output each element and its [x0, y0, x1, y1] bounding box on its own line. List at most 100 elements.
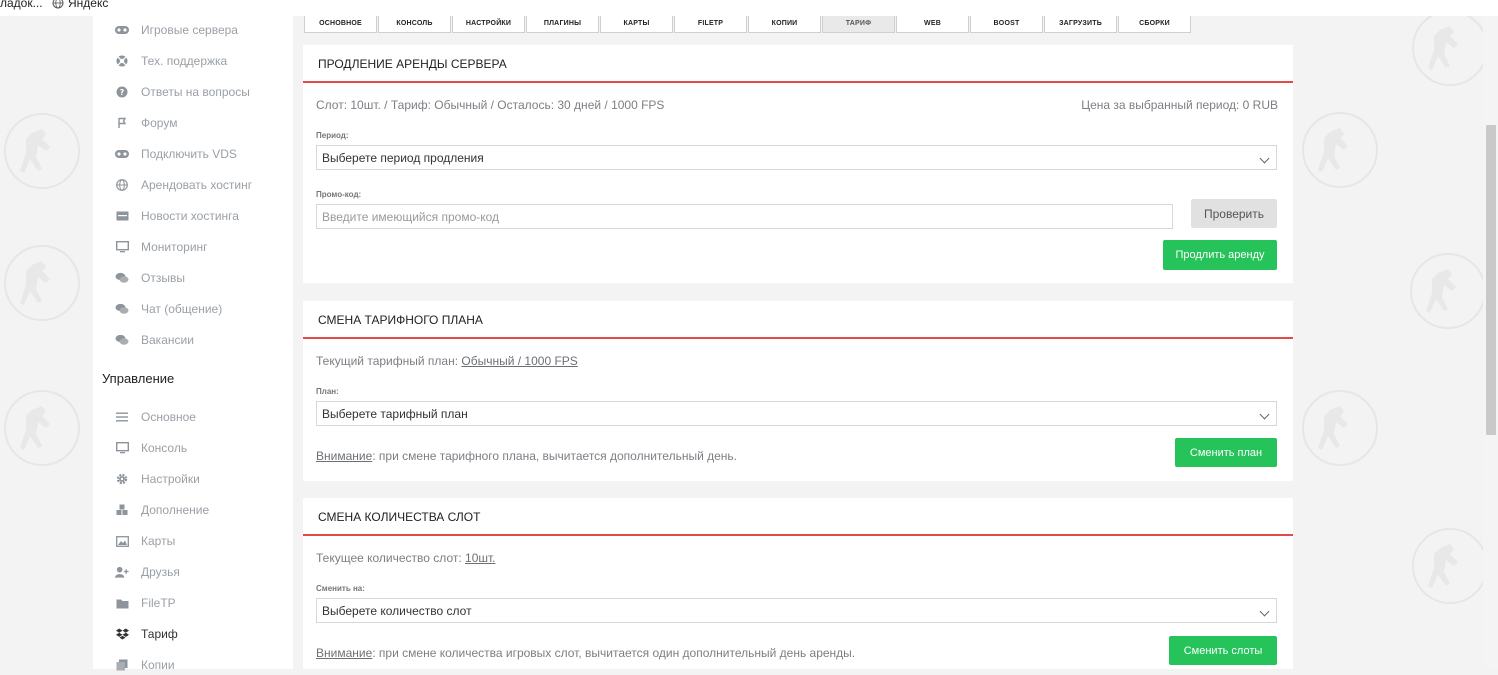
lifebuoy-icon	[115, 54, 129, 68]
tab-maps[interactable]: КАРТЫ	[600, 16, 673, 33]
chevron-down-icon	[1259, 153, 1270, 164]
sidebar-item-label: Подключить VDS	[141, 147, 237, 161]
renewal-panel: ПРОДЛЕНИЕ АРЕНДЫ СЕРВЕРА Слот: 10шт. / Т…	[303, 45, 1293, 283]
sidebar-item-vds[interactable]: Подключить VDS	[115, 144, 237, 164]
sidebar-item-copies[interactable]: Копии	[115, 655, 175, 675]
globe-icon	[52, 0, 64, 9]
check-promo-button[interactable]: Проверить	[1191, 199, 1277, 228]
sidebar-item-label: Новости хостинга	[141, 209, 239, 223]
promo-input[interactable]	[316, 204, 1173, 229]
tab-tariff[interactable]: ТАРИФ	[822, 16, 895, 33]
globe-icon	[115, 178, 129, 192]
slots-select[interactable]: Выберете количество слот	[316, 598, 1277, 623]
sidebar-item-label: Копии	[141, 658, 175, 672]
sidebar-item-friends[interactable]: Друзья	[115, 562, 180, 582]
bookmarks-bar: ладок... Яндекс	[0, 0, 1498, 16]
plan-label: План:	[316, 387, 339, 396]
menu-icon	[115, 410, 129, 424]
sidebar-item-tariff[interactable]: Тариф	[115, 624, 178, 644]
bookmark-item[interactable]: ладок...	[0, 0, 43, 9]
current-plan-prefix: Текущий тарифный план:	[316, 354, 459, 368]
tab-console[interactable]: КОНСОЛЬ	[378, 16, 451, 33]
period-label: Период:	[316, 131, 349, 140]
tab-copies[interactable]: КОПИИ	[748, 16, 821, 33]
slots-warning: Внимание: при смене количества игровых с…	[316, 646, 855, 660]
sidebar-item-label: Игровые сервера	[141, 23, 238, 37]
extend-rent-button[interactable]: Продлить аренду	[1163, 240, 1277, 270]
watermark-icon	[1412, 528, 1488, 604]
sidebar-item-game-servers[interactable]: Игровые сервера	[115, 20, 238, 40]
folder-icon	[115, 596, 129, 610]
sidebar-item-label: Арендовать хостинг	[141, 178, 253, 192]
gear-icon	[115, 472, 129, 486]
sidebar-item-filetp[interactable]: FileTP	[115, 593, 176, 613]
bookmark-item[interactable]: Яндекс	[68, 0, 108, 9]
sidebar-item-addons[interactable]: Дополнение	[115, 500, 209, 520]
scrollbar-thumb[interactable]	[1486, 125, 1496, 435]
image-icon	[115, 534, 129, 548]
chevron-down-icon	[1259, 606, 1270, 617]
slots-label: Сменить на:	[316, 584, 365, 593]
sidebar-item-label: Форум	[141, 116, 178, 130]
sidebar-item-label: Тех. поддержка	[141, 54, 228, 68]
current-plan-text: Текущий тарифный план: Обычный / 1000 FP…	[316, 354, 578, 368]
watermark-icon	[4, 113, 80, 189]
sidebar-item-hosting[interactable]: Арендовать хостинг	[115, 175, 252, 195]
comments-icon	[115, 302, 129, 316]
plan-select[interactable]: Выберете тарифный план	[316, 401, 1277, 426]
sidebar-item-label: FileTP	[141, 596, 176, 610]
copy-icon	[115, 658, 129, 672]
sidebar-item-news[interactable]: Новости хостинга	[115, 206, 239, 226]
sidebar-item-forum[interactable]: Форум	[115, 113, 177, 133]
watermark-icon	[4, 245, 80, 321]
tab-main[interactable]: ОСНОВНОЕ	[304, 16, 377, 33]
sidebar-item-maps[interactable]: Карты	[115, 531, 175, 551]
sidebar-item-console[interactable]: Консоль	[115, 438, 187, 458]
sidebar-item-label: Тариф	[141, 627, 178, 641]
period-select[interactable]: Выберете период продления	[316, 145, 1277, 170]
watermark-icon	[1302, 390, 1378, 466]
user-plus-icon	[115, 565, 129, 579]
comments-icon	[115, 271, 129, 285]
sidebar-item-label: Дополнение	[141, 503, 210, 517]
tab-plugins[interactable]: ПЛАГИНЫ	[526, 16, 599, 33]
sidebar-item-main[interactable]: Основное	[115, 407, 196, 427]
tab-settings[interactable]: НАСТРОЙКИ	[452, 16, 525, 33]
sidebar-item-support[interactable]: Тех. поддержка	[115, 51, 227, 71]
current-slots-link[interactable]: 10шт.	[465, 551, 495, 565]
sidebar-item-label: Консоль	[141, 441, 188, 455]
sidebar-item-label: Основное	[141, 410, 196, 424]
flag-icon	[115, 116, 129, 130]
plan-warning: Внимание: при смене тарифного плана, выч…	[316, 449, 737, 463]
plan-change-panel: СМЕНА ТАРИФНОГО ПЛАНА Текущий тарифный п…	[303, 301, 1293, 481]
monitor-icon	[115, 441, 129, 455]
server-info-text: Слот: 10шт. / Тариф: Обычный / Осталось:…	[316, 98, 665, 112]
sidebar-item-settings[interactable]: Настройки	[115, 469, 200, 489]
sidebar-item-label: Чат (общение)	[141, 302, 223, 316]
sidebar-item-label: Ответы на вопросы	[141, 85, 250, 99]
sidebar-item-faq[interactable]: ? Ответы на вопросы	[115, 82, 250, 102]
sidebar-item-label: Карты	[141, 534, 176, 548]
plan-select-value: Выберете тарифный план	[322, 407, 468, 421]
sidebar-item-reviews[interactable]: Отзывы	[115, 268, 185, 288]
sidebar: Игровые сервера Тех. поддержка ? Ответы …	[93, 16, 293, 672]
sidebar-item-label: Отзывы	[141, 271, 185, 285]
change-slots-button[interactable]: Сменить слоты	[1169, 636, 1277, 665]
sidebar-item-monitoring[interactable]: Мониторинг	[115, 237, 208, 257]
panel-title: СМЕНА КОЛИЧЕСТВА СЛОТ	[303, 498, 1293, 536]
dropbox-icon	[115, 627, 129, 641]
change-plan-button[interactable]: Сменить план	[1175, 438, 1277, 467]
sidebar-item-vacancies[interactable]: Вакансии	[115, 330, 194, 350]
warning-text: : при смене количества игровых слот, выч…	[372, 646, 856, 660]
sidebar-item-chat[interactable]: Чат (общение)	[115, 299, 222, 319]
warning-text: : при смене тарифного плана, вычитается …	[372, 449, 737, 463]
current-plan-link[interactable]: Обычный / 1000 FPS	[461, 354, 577, 368]
monitor-icon	[115, 240, 129, 254]
tab-boost[interactable]: BOOST	[970, 16, 1043, 33]
watermark-icon	[1412, 10, 1488, 86]
tab-builds[interactable]: СБОРКИ	[1118, 16, 1191, 33]
slots-change-panel: СМЕНА КОЛИЧЕСТВА СЛОТ Текущее количество…	[303, 498, 1293, 669]
tab-filetp[interactable]: FILETP	[674, 16, 747, 33]
tab-web[interactable]: WEB	[896, 16, 969, 33]
tab-upload[interactable]: ЗАГРУЗИТЬ	[1044, 16, 1117, 33]
